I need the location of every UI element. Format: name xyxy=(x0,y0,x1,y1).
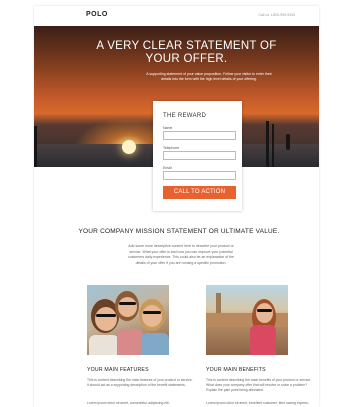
face-shape xyxy=(118,297,137,317)
sunset-image xyxy=(122,140,136,154)
shirt-shape xyxy=(89,335,119,355)
features-more-text: Lorem ipsum dolor sit amet, consectetur … xyxy=(87,401,170,405)
face-shape xyxy=(256,303,273,323)
shirt-shape xyxy=(117,329,143,355)
pier-post-right-2 xyxy=(272,124,274,167)
benefits-text: This is content describing the main bene… xyxy=(206,378,312,392)
sunglasses-shape xyxy=(96,314,116,317)
mission-title: YOUR COMPANY MISSION STATEMENT OR ULTIMA… xyxy=(78,228,280,235)
call-to-action-button[interactable]: CALL TO ACTION xyxy=(163,186,236,199)
sunglasses-shape xyxy=(143,311,161,314)
phone-number: Call us 1-800-999-9334 xyxy=(258,13,295,17)
pier-post-left xyxy=(34,126,37,167)
telephone-label: Telephone xyxy=(163,146,180,150)
mission-description: Add some more descriptive content here t… xyxy=(128,244,234,265)
tower-shape xyxy=(216,293,221,315)
name-label: Name xyxy=(163,126,173,130)
dress-shape xyxy=(250,325,276,355)
form-title: THE REWARD xyxy=(163,113,207,119)
hero-subtitle: A supporting statement of your value pro… xyxy=(146,72,272,81)
top-navigation-bar: POLO Call us 1-800-999-9334 xyxy=(34,6,319,26)
features-text: This is content describing the main feat… xyxy=(87,378,193,387)
sunglasses-shape xyxy=(257,309,272,312)
benefits-more-text: Lorem ipsum dolor sit amet, excellent cu… xyxy=(206,401,309,405)
telephone-input[interactable] xyxy=(163,151,236,160)
features-photo xyxy=(87,285,169,355)
benefits-photo xyxy=(206,285,288,355)
lead-form: THE REWARD Name Telephone Email CALL TO … xyxy=(153,101,242,211)
sunglasses-shape xyxy=(119,302,136,305)
face-shape xyxy=(95,307,117,331)
benefits-title: YOUR MAIN BENEFITS xyxy=(206,367,266,373)
name-input[interactable] xyxy=(163,131,236,140)
shirt-shape xyxy=(141,333,169,355)
email-label: Email xyxy=(163,166,172,170)
landing-page: POLO Call us 1-800-999-9334 A VERY CLEAR… xyxy=(34,6,319,407)
logo[interactable]: POLO xyxy=(86,11,108,18)
face-shape xyxy=(142,305,162,327)
features-title: YOUR MAIN FEATURES xyxy=(87,367,149,373)
hero-title: A VERY CLEAR STATEMENT OF YOUR OFFER. xyxy=(96,40,277,65)
pier-post-right xyxy=(266,121,269,167)
email-input[interactable] xyxy=(163,171,236,180)
person-silhouette xyxy=(286,134,290,150)
